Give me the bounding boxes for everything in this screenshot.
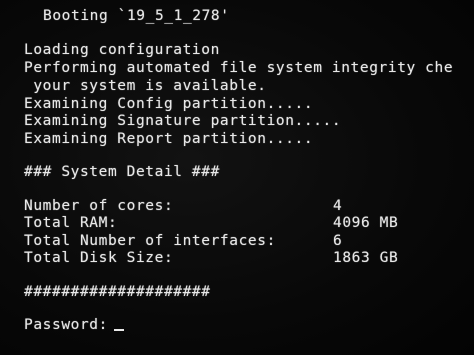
detail-value-ram: 4096 MB <box>333 215 399 231</box>
detail-value-disk: 1863 GB <box>333 250 399 266</box>
console-message: Performing automated file system integri… <box>24 60 454 76</box>
console-message: Examining Report partition..... <box>24 131 314 147</box>
console-message: Examining Signature partition..... <box>24 113 342 129</box>
password-prompt-row[interactable]: Password: <box>24 317 124 335</box>
separator-line: #################### <box>24 284 211 300</box>
section-header: ### System Detail ### <box>24 164 220 180</box>
text-cursor[interactable] <box>113 329 124 331</box>
terminal-console: Booting `19_5_1_278' Loading configurati… <box>0 0 474 355</box>
detail-value-interfaces: 6 <box>333 233 343 249</box>
detail-label-cores: Number of cores: <box>24 198 174 214</box>
password-prompt-label: Password: <box>24 317 108 333</box>
detail-label-disk: Total Disk Size: <box>24 250 174 266</box>
detail-label-interfaces: Total Number of interfaces: <box>24 233 276 249</box>
detail-label-ram: Total RAM: <box>24 215 118 231</box>
detail-value-cores: 4 <box>333 198 343 214</box>
console-message: your system is available. <box>24 78 267 94</box>
console-message: Loading configuration <box>24 42 220 58</box>
console-message: Examining Config partition..... <box>24 96 314 112</box>
boot-line: Booting `19_5_1_278' <box>43 8 230 24</box>
